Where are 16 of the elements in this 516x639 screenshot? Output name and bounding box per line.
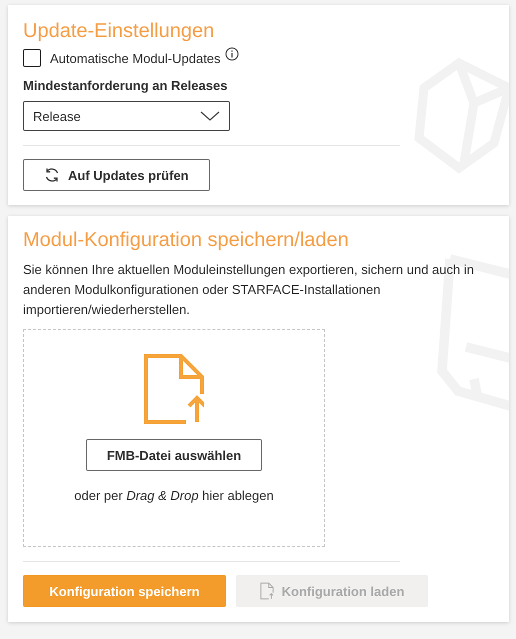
file-dropzone[interactable]: FMB-Datei auswählen oder per Drag & Drop hier ablegen	[23, 329, 325, 547]
info-icon[interactable]	[224, 47, 239, 61]
file-upload-icon	[260, 582, 274, 600]
refresh-icon	[44, 167, 60, 183]
check-updates-button[interactable]: Auf Updates prüfen	[23, 159, 210, 191]
choose-file-button[interactable]: FMB-Datei auswählen	[86, 439, 262, 471]
drop-hint: oder per Drag & Drop hier ablegen	[74, 488, 274, 503]
file-upload-icon	[144, 354, 204, 424]
release-dropdown[interactable]: Release	[23, 101, 230, 131]
section-title: Update-Einstellungen	[23, 19, 216, 43]
description: Sie können Ihre aktuellen Moduleinstellungen exportieren, sichern und auch in anderen Modulkonfigurationen oder STARFACE-Installationen importieren/wiederherstellen.	[23, 261, 475, 319]
field-label: Mindestanforderung an Releases	[23, 78, 228, 93]
checkbox-label: Automatische Modul-Updates	[50, 50, 221, 66]
section-title: Modul-Konfiguration speichern/laden	[23, 228, 350, 252]
chevron-down-icon	[200, 111, 220, 121]
checkbox[interactable]	[23, 49, 41, 67]
